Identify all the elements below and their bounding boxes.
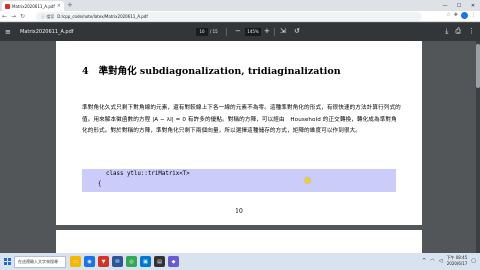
print-icon[interactable]: ⎙: [455, 27, 461, 36]
taskbar-shield-icon[interactable]: ▼: [98, 256, 109, 267]
toolbar-divider: [226, 28, 227, 36]
code-line: {: [98, 181, 102, 187]
forward-icon[interactable]: →: [9, 13, 18, 20]
taskbar-browser-icon[interactable]: ◉: [84, 256, 95, 267]
taskbar-terminal-icon[interactable]: ▤: [154, 256, 165, 267]
pdf-file-name: Matrix2020611_A.pdf: [20, 29, 74, 35]
section-heading: 4 準對角化 subdiagonalization, tridiaginaliza…: [82, 63, 341, 77]
notification-icon[interactable]: ▢: [471, 258, 476, 264]
taskbar-file-explorer-icon[interactable]: ▭: [70, 256, 81, 267]
window-controls: — ☐ ✕: [438, 0, 480, 11]
clock-date: 2020/6/17: [446, 261, 468, 266]
taskbar-mail-icon[interactable]: ✉: [112, 256, 123, 267]
download-icon[interactable]: ⤓: [445, 27, 448, 36]
code-line: class ytlu::triMatrix<T>: [106, 171, 190, 177]
star-icon[interactable]: ☆: [446, 12, 450, 19]
start-button[interactable]: [0, 253, 14, 270]
toolbar-divider: [274, 28, 275, 36]
volume-icon[interactable]: ◁: [439, 258, 443, 264]
system-tray: ^ ◠ ◁ 下午 08:45 2020/6/17 ▢: [422, 255, 476, 267]
taskbar-store-icon[interactable]: ▣: [140, 256, 151, 267]
tray-chevron-icon[interactable]: ^: [422, 258, 426, 264]
tab-title: Matrix2020611_A.pdf: [12, 3, 55, 9]
fit-page-icon[interactable]: ⇲: [280, 27, 286, 36]
url-text[interactable]: D:/cpp_code/note/latex/Matrix2020611_A.p…: [57, 14, 147, 19]
site-info-label[interactable]: ⓘ 檔案: [41, 14, 54, 20]
rotate-icon[interactable]: ↺: [294, 27, 300, 36]
address-bar-row: ← → ↻ ⓘ 檔案 D:/cpp_code/note/latex/Matrix…: [0, 11, 480, 22]
sidebar-menu-icon[interactable]: ≡: [5, 28, 11, 36]
back-icon[interactable]: ←: [0, 13, 9, 20]
reload-icon[interactable]: ↻: [18, 13, 27, 20]
tab-close-icon[interactable]: ×: [57, 3, 61, 9]
zoom-in-button[interactable]: +: [264, 27, 270, 36]
search-placeholder: 在這裡輸入文字來搜尋: [18, 258, 58, 264]
page-number-footer: 10: [235, 208, 243, 215]
pdf-page: 4 準對角化 subdiagonalization, tridiaginaliza…: [56, 41, 422, 225]
pdf-viewer[interactable]: 4 準對角化 subdiagonalization, tridiaginaliza…: [0, 41, 480, 253]
zoom-out-button[interactable]: −: [235, 27, 241, 36]
scrollbar-thumb[interactable]: [476, 44, 480, 88]
new-tab-button[interactable]: +: [67, 1, 73, 10]
profile-avatar[interactable]: [461, 12, 468, 19]
browser-toolbar-icons: ☆ ✚ ⋮: [446, 12, 476, 19]
maximize-icon[interactable]: ☐: [452, 0, 466, 11]
pdf-favicon-icon: [5, 3, 10, 9]
next-pdf-page: [56, 230, 422, 253]
taskbar-clock[interactable]: 下午 08:45 2020/6/17: [446, 255, 467, 267]
body-paragraph: 準對角化久式只剩下對角線的元素，還有對較線上下各一線的元素不為零。這種準對角化的…: [82, 105, 401, 134]
network-icon[interactable]: ◠: [430, 258, 434, 264]
page-number-input[interactable]: 10: [196, 28, 208, 36]
minimize-icon[interactable]: —: [438, 0, 452, 11]
pdf-toolbar: ≡ Matrix2020611_A.pdf 10 / 15 − 145% + ⇲…: [0, 23, 480, 41]
mouse-cursor-highlight: [305, 178, 310, 183]
windows-logo-icon: [3, 258, 11, 265]
taskbar-chrome-icon[interactable]: ◎: [126, 256, 137, 267]
browser-tab[interactable]: Matrix2020611_A.pdf ×: [2, 1, 64, 11]
taskbar-photos-icon[interactable]: ◆: [168, 256, 179, 267]
menu-kebab-icon[interactable]: ⋮: [471, 12, 476, 19]
section-title: 準對角化 subdiagonalization, tridiaginalizat…: [98, 66, 341, 77]
windows-taskbar: 在這裡輸入文字來搜尋 ▭ ◉ ▼ ✉ ◎ ▣ ▤ ◆ ^ ◠ ◁ 下午 08:45 2020/…: [0, 253, 480, 270]
more-actions-icon[interactable]: ⋮: [468, 27, 475, 36]
browser-tab-strip: Matrix2020611_A.pdf × + — ☐ ✕: [0, 0, 480, 11]
page-total: / 15: [210, 29, 218, 34]
omnibox[interactable]: ⓘ 檔案 D:/cpp_code/note/latex/Matrix202061…: [36, 12, 422, 21]
taskbar-apps: ▭ ◉ ▼ ✉ ◎ ▣ ▤ ◆: [70, 256, 179, 267]
zoom-level-input[interactable]: 145%: [245, 28, 261, 36]
code-block: class ytlu::triMatrix<T> {: [82, 169, 396, 192]
taskbar-search-box[interactable]: 在這裡輸入文字來搜尋: [14, 255, 66, 268]
section-number: 4: [82, 66, 89, 77]
pdf-right-actions: ⤓ ⎙ ⋮: [445, 27, 475, 36]
extensions-icon[interactable]: ✚: [454, 12, 458, 19]
window-close-icon[interactable]: ✕: [466, 0, 480, 11]
